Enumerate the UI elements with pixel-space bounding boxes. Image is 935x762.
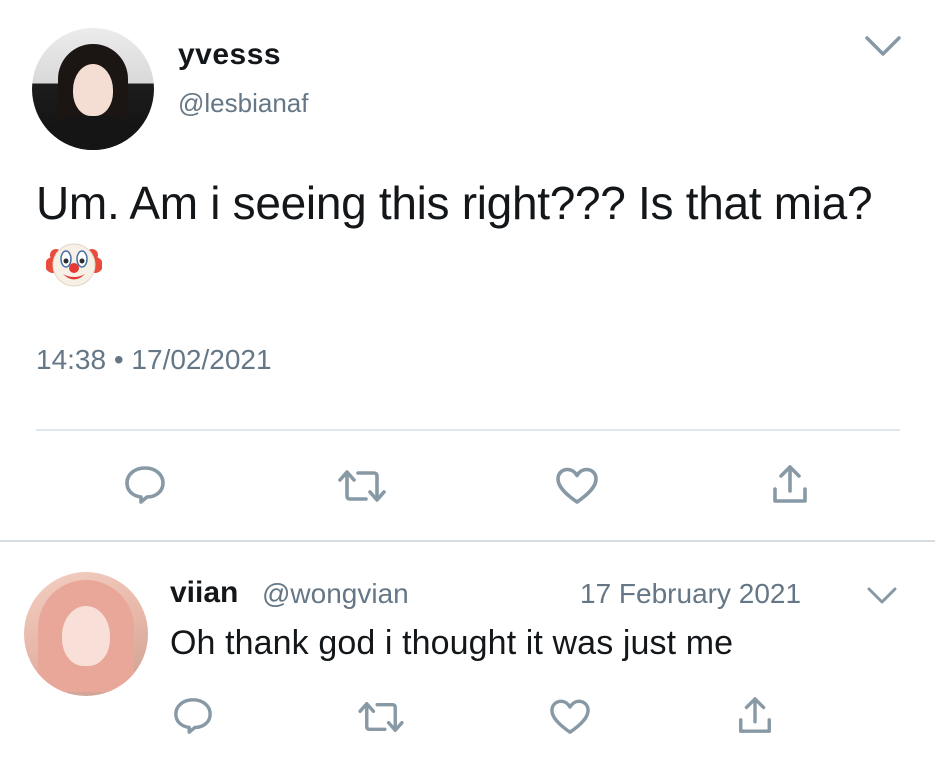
reply-share-button[interactable]: [734, 694, 776, 738]
reply-icon: [172, 696, 214, 736]
reply-reply-button[interactable]: [170, 694, 216, 738]
tweet-detail-screen: yvesss @lesbianaf Um. Am i seeing this r…: [0, 0, 935, 762]
author-handle[interactable]: @lesbianaf: [178, 88, 308, 119]
reply-like-button[interactable]: [546, 696, 594, 738]
share-icon: [736, 695, 774, 737]
tweet-text-content: Um. Am i seeing this right??? Is that mi…: [36, 177, 873, 229]
reply-author-handle[interactable]: @wongvian: [262, 578, 409, 610]
reply-date[interactable]: 17 February 2021: [580, 578, 801, 610]
retweet-button[interactable]: [334, 464, 390, 508]
reply-button[interactable]: [120, 462, 170, 508]
chevron-down-icon[interactable]: [866, 586, 898, 606]
heart-icon: [548, 698, 592, 736]
reply-author-display-name[interactable]: viian: [170, 576, 238, 610]
author-avatar[interactable]: [32, 28, 154, 150]
tweet-timestamp[interactable]: 14:38 • 17/02/2021: [36, 344, 272, 376]
heart-icon: [554, 466, 600, 506]
divider: [0, 540, 935, 542]
reply-author-avatar[interactable]: [24, 572, 148, 696]
divider: [36, 429, 900, 431]
retweet-icon: [336, 466, 388, 506]
reply-retweet-button[interactable]: [354, 696, 408, 738]
share-button[interactable]: [768, 462, 812, 508]
clown-face-icon: [46, 235, 102, 291]
reply-icon: [123, 464, 167, 506]
share-icon: [770, 463, 810, 507]
chevron-down-icon[interactable]: [863, 34, 903, 60]
author-display-name[interactable]: yvesss: [178, 38, 281, 72]
tweet-text: Um. Am i seeing this right??? Is that mi…: [36, 172, 896, 297]
retweet-icon: [356, 698, 406, 736]
like-button[interactable]: [552, 464, 602, 508]
reply-text: Oh thank god i thought it was just me: [170, 624, 734, 662]
